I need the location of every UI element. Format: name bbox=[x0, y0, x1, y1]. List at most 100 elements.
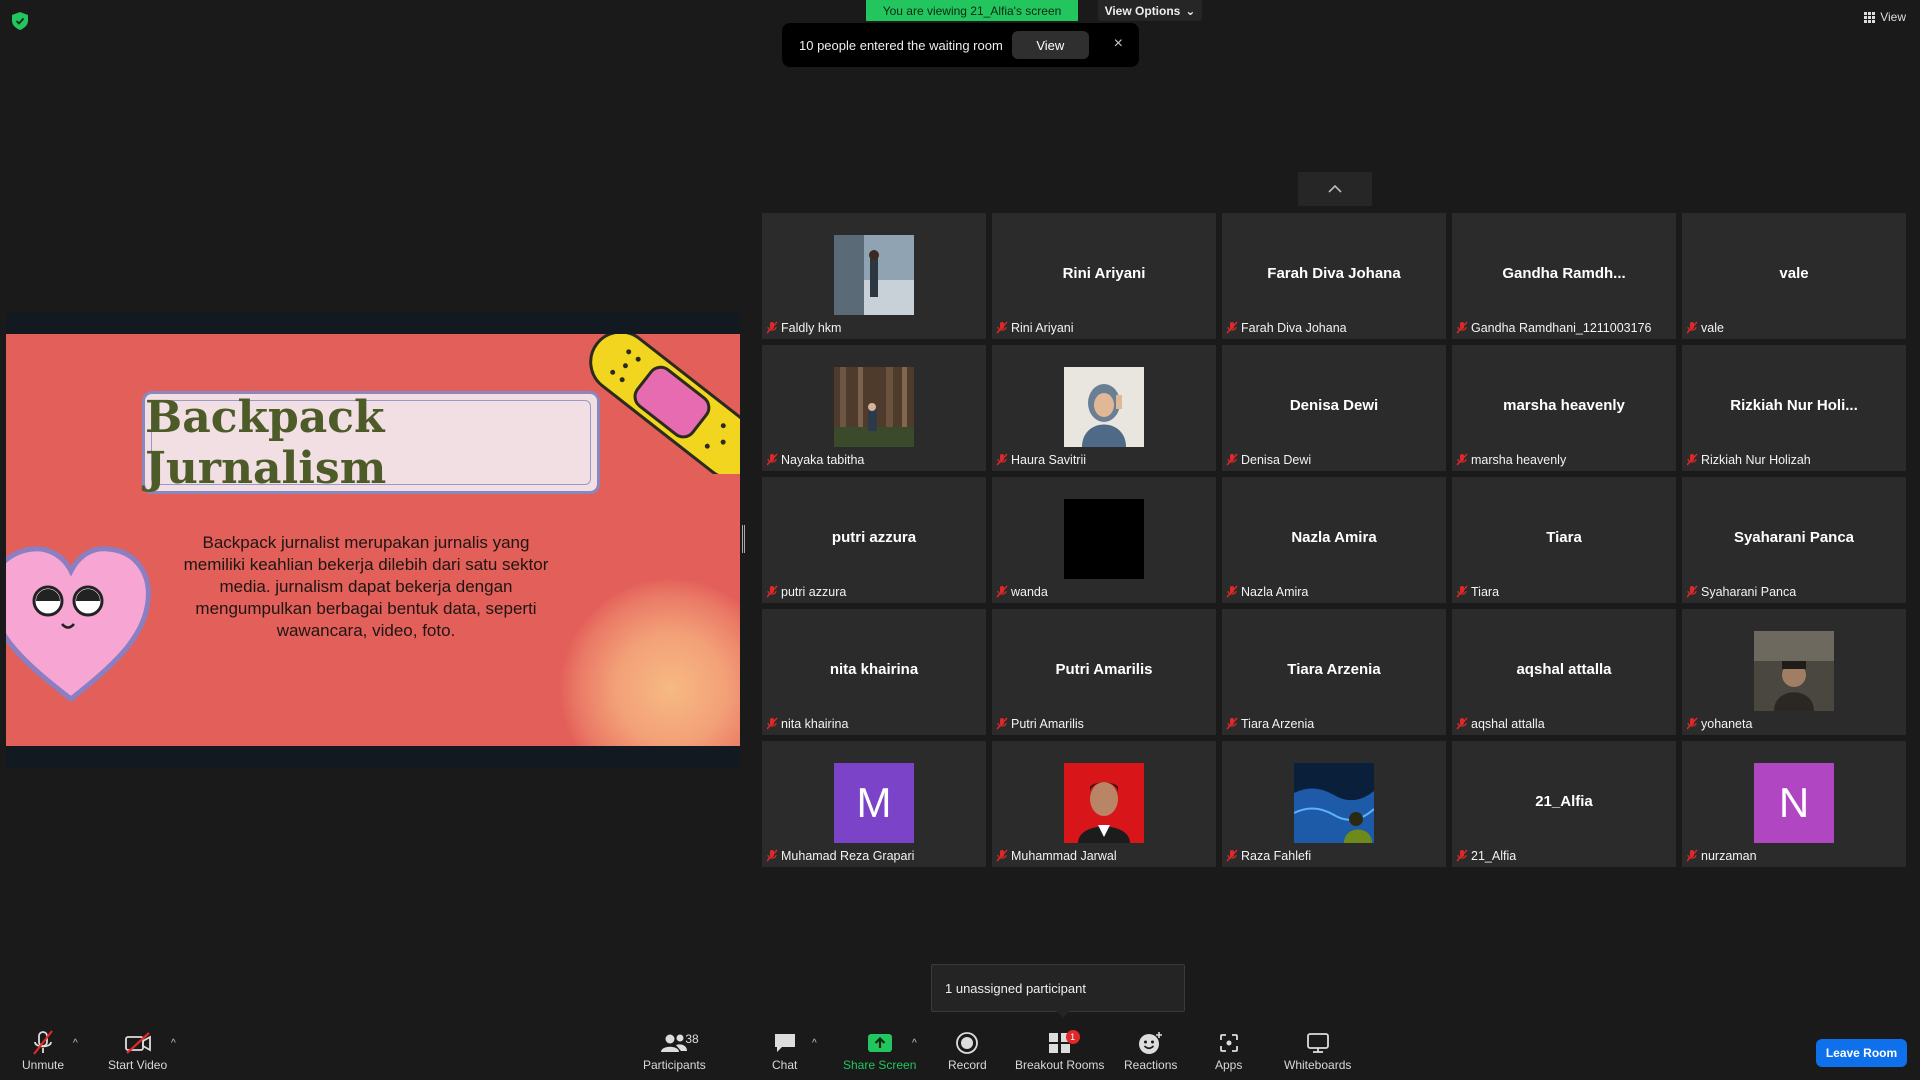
apps-label: Apps bbox=[1215, 1058, 1243, 1072]
participant-tile[interactable]: Nayaka tabitha bbox=[762, 345, 986, 471]
apps-icon bbox=[1219, 1034, 1238, 1052]
view-options-menu[interactable]: View Options ⌄ bbox=[1098, 0, 1202, 21]
participant-tile[interactable]: Tiara Tiara bbox=[1452, 477, 1676, 603]
record-icon bbox=[956, 1032, 979, 1054]
participant-tile[interactable]: marsha heavenly marsha heavenly bbox=[1452, 345, 1676, 471]
participant-name-label: Muhammad Jarwal bbox=[996, 847, 1117, 864]
participant-name: Denisa Dewi bbox=[1241, 452, 1312, 467]
start-video-button[interactable]: Start Video bbox=[108, 1028, 167, 1072]
participant-tile[interactable]: Rizkiah Nur Holi... Rizkiah Nur Holizah bbox=[1682, 345, 1906, 471]
participant-gallery: Faldly hkm Rini Ariyani Rini Ariyani Farah … bbox=[762, 213, 1908, 867]
slide-body-text: Backpack jurnalist merupakan jurnalis ya… bbox=[183, 533, 549, 640]
participant-name: Syaharani Panca bbox=[1701, 584, 1797, 599]
participant-name-label: Raza Fahlefi bbox=[1226, 847, 1311, 864]
whiteboard-icon bbox=[1306, 1033, 1329, 1053]
slide-title: Backpack Jurnalism bbox=[145, 391, 387, 494]
participant-tile[interactable]: Gandha Ramdh... Gandha Ramdhani_121100317… bbox=[1452, 213, 1676, 339]
participant-tile[interactable]: wanda bbox=[992, 477, 1216, 603]
participant-name-label: Gandha Ramdhani_1211003176 bbox=[1456, 319, 1651, 336]
muted-microphone-icon bbox=[766, 321, 778, 334]
muted-microphone-icon bbox=[1686, 717, 1698, 730]
participant-name-label: Rizkiah Nur Holizah bbox=[1686, 451, 1811, 468]
participant-tile[interactable]: Syaharani Panca Syaharani Panca bbox=[1682, 477, 1906, 603]
unmute-label: Unmute bbox=[22, 1058, 65, 1072]
chat-button[interactable]: Chat bbox=[772, 1028, 797, 1072]
participant-name-label: wanda bbox=[996, 583, 1048, 600]
participant-name-label: vale bbox=[1686, 319, 1724, 336]
avatar-letter: N bbox=[1754, 763, 1834, 843]
participant-tile[interactable]: Nnurzaman bbox=[1682, 741, 1906, 867]
video-options-chevron-icon[interactable]: ^ bbox=[171, 1038, 176, 1049]
participant-tile[interactable]: M Muhamad Reza Grapari bbox=[762, 741, 986, 867]
muted-microphone-icon bbox=[1456, 585, 1468, 598]
video-off-icon bbox=[124, 1032, 151, 1054]
participant-tile[interactable]: Denisa Dewi Denisa Dewi bbox=[1222, 345, 1446, 471]
muted-microphone-icon bbox=[1686, 321, 1698, 334]
participant-name: marsha heavenly bbox=[1471, 452, 1567, 467]
participant-avatar: M bbox=[834, 763, 914, 843]
muted-microphone-icon bbox=[1226, 849, 1238, 862]
participant-tile[interactable]: Rini Ariyani Rini Ariyani bbox=[992, 213, 1216, 339]
participant-tile[interactable]: aqshal attalla aqshal attalla bbox=[1452, 609, 1676, 735]
chevron-up-icon bbox=[1328, 184, 1342, 193]
participant-name-label: Syaharani Panca bbox=[1686, 583, 1796, 600]
security-shield-icon[interactable] bbox=[12, 12, 28, 30]
unmute-button[interactable]: Unmute bbox=[22, 1028, 64, 1072]
share-screen-button[interactable]: Share Screen bbox=[843, 1028, 916, 1072]
participant-display-name: Gandha Ramdh... bbox=[1502, 265, 1626, 282]
view-waiting-room-button[interactable]: View bbox=[1011, 31, 1089, 59]
participant-name: yohaneta bbox=[1701, 716, 1753, 731]
participants-label: Participants bbox=[643, 1058, 706, 1072]
share-options-chevron-icon[interactable]: ^ bbox=[912, 1038, 917, 1049]
participant-video-thumbnail bbox=[1294, 763, 1374, 843]
chat-options-chevron-icon[interactable]: ^ bbox=[812, 1038, 817, 1049]
participant-tile[interactable]: putri azzura putri azzura bbox=[762, 477, 986, 603]
resize-splitter[interactable] bbox=[742, 525, 745, 553]
participant-tile[interactable]: Nazla Amira Nazla Amira bbox=[1222, 477, 1446, 603]
participant-tile[interactable]: Tiara Arzenia Tiara Arzenia bbox=[1222, 609, 1446, 735]
participants-button[interactable]: 38 Participants bbox=[643, 1028, 706, 1072]
participant-name-label: Rini Ariyani bbox=[996, 319, 1074, 336]
participant-tile[interactable]: Muhammad Jarwal bbox=[992, 741, 1216, 867]
view-layout-button[interactable]: View bbox=[1864, 10, 1906, 24]
participant-tile[interactable]: 21_Alfia 21_Alfia bbox=[1452, 741, 1676, 867]
participant-name: Rini Ariyani bbox=[1011, 320, 1074, 335]
chat-label: Chat bbox=[772, 1058, 798, 1072]
participant-name-label: nita khairina bbox=[766, 715, 848, 732]
avatar-letter: M bbox=[834, 763, 914, 843]
gallery-page-up-button[interactable] bbox=[1298, 172, 1372, 206]
muted-microphone-icon bbox=[1226, 585, 1238, 598]
participant-tile[interactable]: Haura Savitrii bbox=[992, 345, 1216, 471]
muted-microphone-icon bbox=[1456, 849, 1468, 862]
audio-options-chevron-icon[interactable]: ^ bbox=[73, 1038, 78, 1049]
participant-name: Putri Amarilis bbox=[1011, 716, 1084, 731]
participant-name-label: marsha heavenly bbox=[1456, 451, 1566, 468]
heart-character-illustration bbox=[6, 546, 151, 703]
participant-tile[interactable]: Raza Fahlefi bbox=[1222, 741, 1446, 867]
participant-display-name: marsha heavenly bbox=[1503, 397, 1625, 414]
record-label: Record bbox=[948, 1058, 987, 1072]
slide-title-box: Backpack Jurnalism bbox=[142, 391, 600, 494]
unassigned-participant-tooltip: 1 unassigned participant bbox=[931, 964, 1185, 1018]
muted-microphone-icon bbox=[1686, 849, 1698, 862]
participant-video-thumbnail bbox=[1064, 763, 1144, 843]
participant-tile[interactable]: Farah Diva Johana Farah Diva Johana bbox=[1222, 213, 1446, 339]
participant-tile[interactable]: Putri Amarilis Putri Amarilis bbox=[992, 609, 1216, 735]
record-button[interactable]: Record bbox=[948, 1028, 987, 1072]
reactions-button[interactable]: Reactions bbox=[1124, 1028, 1177, 1072]
apps-button[interactable]: Apps bbox=[1215, 1028, 1242, 1072]
muted-microphone-icon bbox=[996, 849, 1008, 862]
close-icon[interactable]: × bbox=[1114, 35, 1123, 53]
participant-tile[interactable]: Faldly hkm bbox=[762, 213, 986, 339]
leave-room-button[interactable]: Leave Room bbox=[1816, 1039, 1907, 1067]
whiteboards-button[interactable]: Whiteboards bbox=[1284, 1028, 1351, 1072]
participant-display-name: Tiara Arzenia bbox=[1287, 661, 1381, 678]
participant-name-label: yohaneta bbox=[1686, 715, 1752, 732]
participant-name-label: Denisa Dewi bbox=[1226, 451, 1311, 468]
start-video-label: Start Video bbox=[108, 1058, 168, 1072]
participant-tile[interactable]: vale vale bbox=[1682, 213, 1906, 339]
participant-tile[interactable]: yohaneta bbox=[1682, 609, 1906, 735]
participant-avatar: N bbox=[1754, 763, 1834, 843]
participant-tile[interactable]: nita khairina nita khairina bbox=[762, 609, 986, 735]
breakout-rooms-button[interactable]: 1 Breakout Rooms bbox=[1015, 1028, 1104, 1072]
